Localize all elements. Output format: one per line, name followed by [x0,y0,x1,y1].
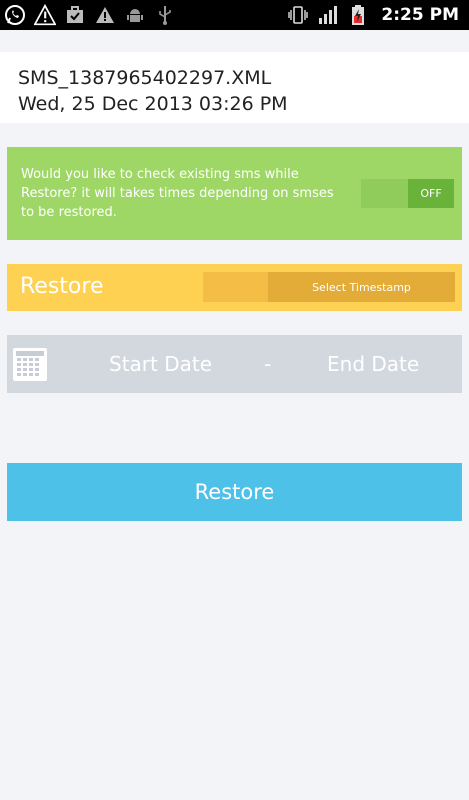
status-bar-notifications [0,0,176,30]
signal-icon [317,4,339,26]
toggle-state-label: OFF [408,179,454,208]
check-existing-message: Would you like to check existing sms whi… [21,167,334,220]
date-range-separator: - [264,352,272,376]
warning-small-icon [94,4,116,26]
briefcase-icon [64,4,86,26]
timestamp-toggle-track [203,272,268,302]
vibrate-icon [287,4,309,26]
battery-icon [347,4,369,26]
restore-mode-bar: Restore Select Timestamp [7,264,462,311]
usb-icon [154,4,176,26]
select-timestamp-toggle[interactable]: Select Timestamp [203,272,455,302]
check-existing-panel: Would you like to check existing sms whi… [7,147,462,240]
calendar-icon[interactable] [13,348,47,381]
file-name: SMS_1387965402297.XML [18,67,272,89]
status-bar-system: 2:25 PM [287,0,469,30]
end-date-field[interactable]: End Date [327,352,419,376]
restore-button[interactable]: Restore [7,463,462,521]
select-timestamp-label: Select Timestamp [268,272,455,302]
date-range-bar: Start Date - End Date [7,335,462,393]
whatsapp-icon [4,4,26,26]
file-date: Wed, 25 Dec 2013 03:26 PM [18,93,288,115]
android-icon [124,4,146,26]
warning-icon [34,3,56,26]
toggle-track [361,179,408,208]
status-bar: 2:25 PM [0,0,469,30]
start-date-field[interactable]: Start Date [109,352,212,376]
check-existing-toggle[interactable]: OFF [361,179,454,208]
status-time: 2:25 PM [381,5,459,25]
backup-file-header: SMS_1387965402297.XML Wed, 25 Dec 2013 0… [0,52,469,123]
restore-mode-label: Restore [20,274,104,299]
